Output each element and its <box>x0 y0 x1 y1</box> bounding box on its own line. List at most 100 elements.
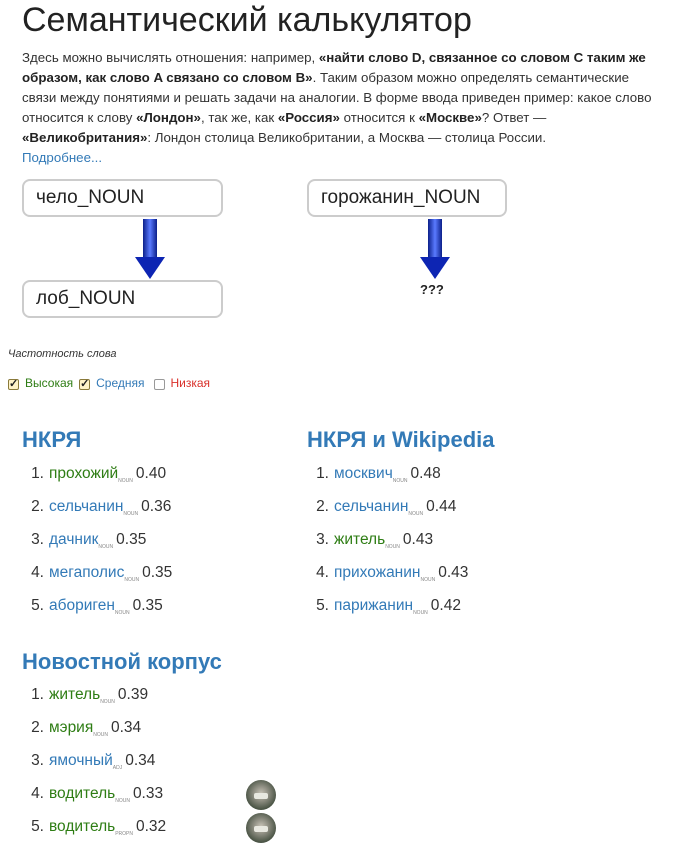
intro-text: Здесь можно вычислять отношения: наприме… <box>22 48 662 168</box>
frequency-filter: Высокая Средняя Низкая <box>8 376 210 390</box>
result-rank: 5. <box>31 818 44 835</box>
result-score: 0.33 <box>132 785 164 802</box>
result-item: 4. прихожанинNOUN 0.43 <box>307 564 468 597</box>
section-title-news: Новостной корпус <box>22 649 222 674</box>
result-word-link[interactable]: сельчанин <box>49 498 123 515</box>
result-rank: 1. <box>316 465 329 482</box>
result-pos-tag: NOUN <box>98 544 114 551</box>
unknown-answer: ??? <box>420 282 444 297</box>
medium-frequency-checkbox[interactable] <box>79 377 91 390</box>
word-c-input[interactable]: горожанин_NOUN <box>307 179 507 217</box>
result-word-link[interactable]: мэрия <box>49 719 93 736</box>
high-frequency-label[interactable]: Высокая <box>25 376 73 390</box>
result-item: 2. сельчанинNOUN 0.36 <box>22 498 172 531</box>
result-pos-tag: NOUN <box>420 577 436 584</box>
result-rank: 4. <box>316 564 329 581</box>
result-pos-tag: NOUN <box>124 577 140 584</box>
result-score: 0.35 <box>116 531 147 548</box>
result-rank: 3. <box>31 531 44 548</box>
result-pos-tag: NOUN <box>118 478 133 485</box>
avatar[interactable] <box>246 780 276 810</box>
result-item: 1. москвичNOUN 0.48 <box>307 465 468 498</box>
intro-bold-2: «Лондон» <box>136 110 201 125</box>
arrow-down-right-icon <box>420 219 450 279</box>
result-item: 3. дачникNOUN 0.35 <box>22 531 172 564</box>
result-pos-tag: NOUN <box>413 610 428 617</box>
result-score: 0.35 <box>132 597 163 614</box>
result-item: 3. жительNOUN 0.43 <box>307 531 468 564</box>
result-pos-tag: NOUN <box>115 798 130 805</box>
result-pos-tag: NOUN <box>114 610 130 617</box>
intro-part-4: относится к <box>339 110 419 125</box>
intro-bold-4: «Москве» <box>418 110 482 125</box>
result-item: 1. прохожийNOUN 0.40 <box>22 465 172 498</box>
result-word-link[interactable]: парижанин <box>334 597 413 614</box>
intro-part-5: ? Ответ — <box>481 110 547 125</box>
avatar[interactable] <box>246 813 276 843</box>
result-item: 4. водительNOUN 0.33 <box>22 780 276 818</box>
high-frequency-checkbox[interactable] <box>8 377 19 390</box>
result-word-link[interactable]: житель <box>334 531 385 548</box>
result-rank: 5. <box>316 597 329 614</box>
intro-bold-3: «Россия» <box>277 110 340 125</box>
result-word-link[interactable]: водитель <box>49 785 115 802</box>
results-news: 1. жительNOUN 0.39 2. мэрияNOUN 0.34 3. ямочный… <box>22 686 276 851</box>
intro-part-3: , так же, как <box>200 110 278 125</box>
word-a-input[interactable]: чело_NOUN <box>22 179 223 217</box>
result-score: 0.34 <box>125 752 156 769</box>
result-word-link[interactable]: абориген <box>49 597 115 614</box>
frequency-title: Частотность слова <box>8 348 117 360</box>
section-title-nkrya: НКРЯ <box>22 427 82 452</box>
result-rank: 3. <box>31 752 44 769</box>
result-rank: 2. <box>31 498 44 515</box>
medium-frequency-label[interactable]: Средняя <box>96 376 144 390</box>
result-item: 1. жительNOUN 0.39 <box>22 686 166 719</box>
result-rank: 1. <box>31 686 44 703</box>
low-frequency-checkbox[interactable] <box>153 378 165 390</box>
result-word-link[interactable]: ямочный <box>49 752 113 769</box>
results-nkrya: 1. прохожийNOUN 0.40 2. сельчанинNOUN 0.36 3. д… <box>22 465 172 630</box>
result-pos-tag: NOUN <box>392 478 408 485</box>
result-pos-tag: NOUN <box>408 511 424 518</box>
result-word-link[interactable]: дачник <box>49 531 98 548</box>
result-pos-tag: NOUN <box>385 544 400 551</box>
result-item: 3. ямочныйADJ 0.34 <box>22 752 166 785</box>
results-wiki: 1. москвичNOUN 0.48 2. сельчанинNOUN 0.44 3. жи… <box>307 465 468 630</box>
result-rank: 1. <box>31 465 44 482</box>
result-pos-tag: NOUN <box>100 699 115 706</box>
result-word-link[interactable]: москвич <box>334 465 393 482</box>
result-rank: 2. <box>316 498 329 515</box>
result-score: 0.35 <box>142 564 173 581</box>
result-score: 0.42 <box>430 597 461 614</box>
page-title: Семантический калькулятор <box>22 1 472 39</box>
intro-bold-5: «Великобритания» <box>22 130 148 145</box>
result-item: 2. мэрияNOUN 0.34 <box>22 719 166 752</box>
result-word-link[interactable]: прохожий <box>49 465 118 482</box>
result-pos-tag: NOUN <box>93 732 108 739</box>
result-rank: 5. <box>31 597 44 614</box>
result-rank: 4. <box>31 785 44 802</box>
result-item: 2. сельчанинNOUN 0.44 <box>307 498 468 531</box>
result-score: 0.40 <box>135 465 167 482</box>
word-b-input[interactable]: лоб_NOUN <box>22 280 223 318</box>
result-rank: 4. <box>31 564 44 581</box>
result-item: 5. парижанинNOUN 0.42 <box>307 597 468 630</box>
result-score: 0.43 <box>402 531 434 548</box>
result-word-link[interactable]: сельчанин <box>334 498 408 515</box>
result-score: 0.34 <box>110 719 142 736</box>
result-word-link[interactable]: водитель <box>49 818 115 835</box>
result-rank: 3. <box>316 531 329 548</box>
intro-part-6: : Лондон столица Великобритании, а Москв… <box>147 130 547 145</box>
result-word-link[interactable]: мегаполис <box>49 564 124 581</box>
more-link[interactable]: Подробнее... <box>22 150 102 165</box>
result-item: 4. мегаполисNOUN 0.35 <box>22 564 172 597</box>
low-frequency-label[interactable]: Низкая <box>171 376 211 390</box>
result-item: 5. водительPROPN 0.32 <box>22 813 276 851</box>
result-pos-tag: PROPN <box>115 831 133 838</box>
result-item: 5. аборигенNOUN 0.35 <box>22 597 172 630</box>
result-score: 0.32 <box>135 818 167 835</box>
result-score: 0.48 <box>410 465 441 482</box>
result-word-link[interactable]: житель <box>49 686 100 703</box>
result-pos-tag: NOUN <box>123 511 139 518</box>
result-word-link[interactable]: прихожанин <box>334 564 420 581</box>
